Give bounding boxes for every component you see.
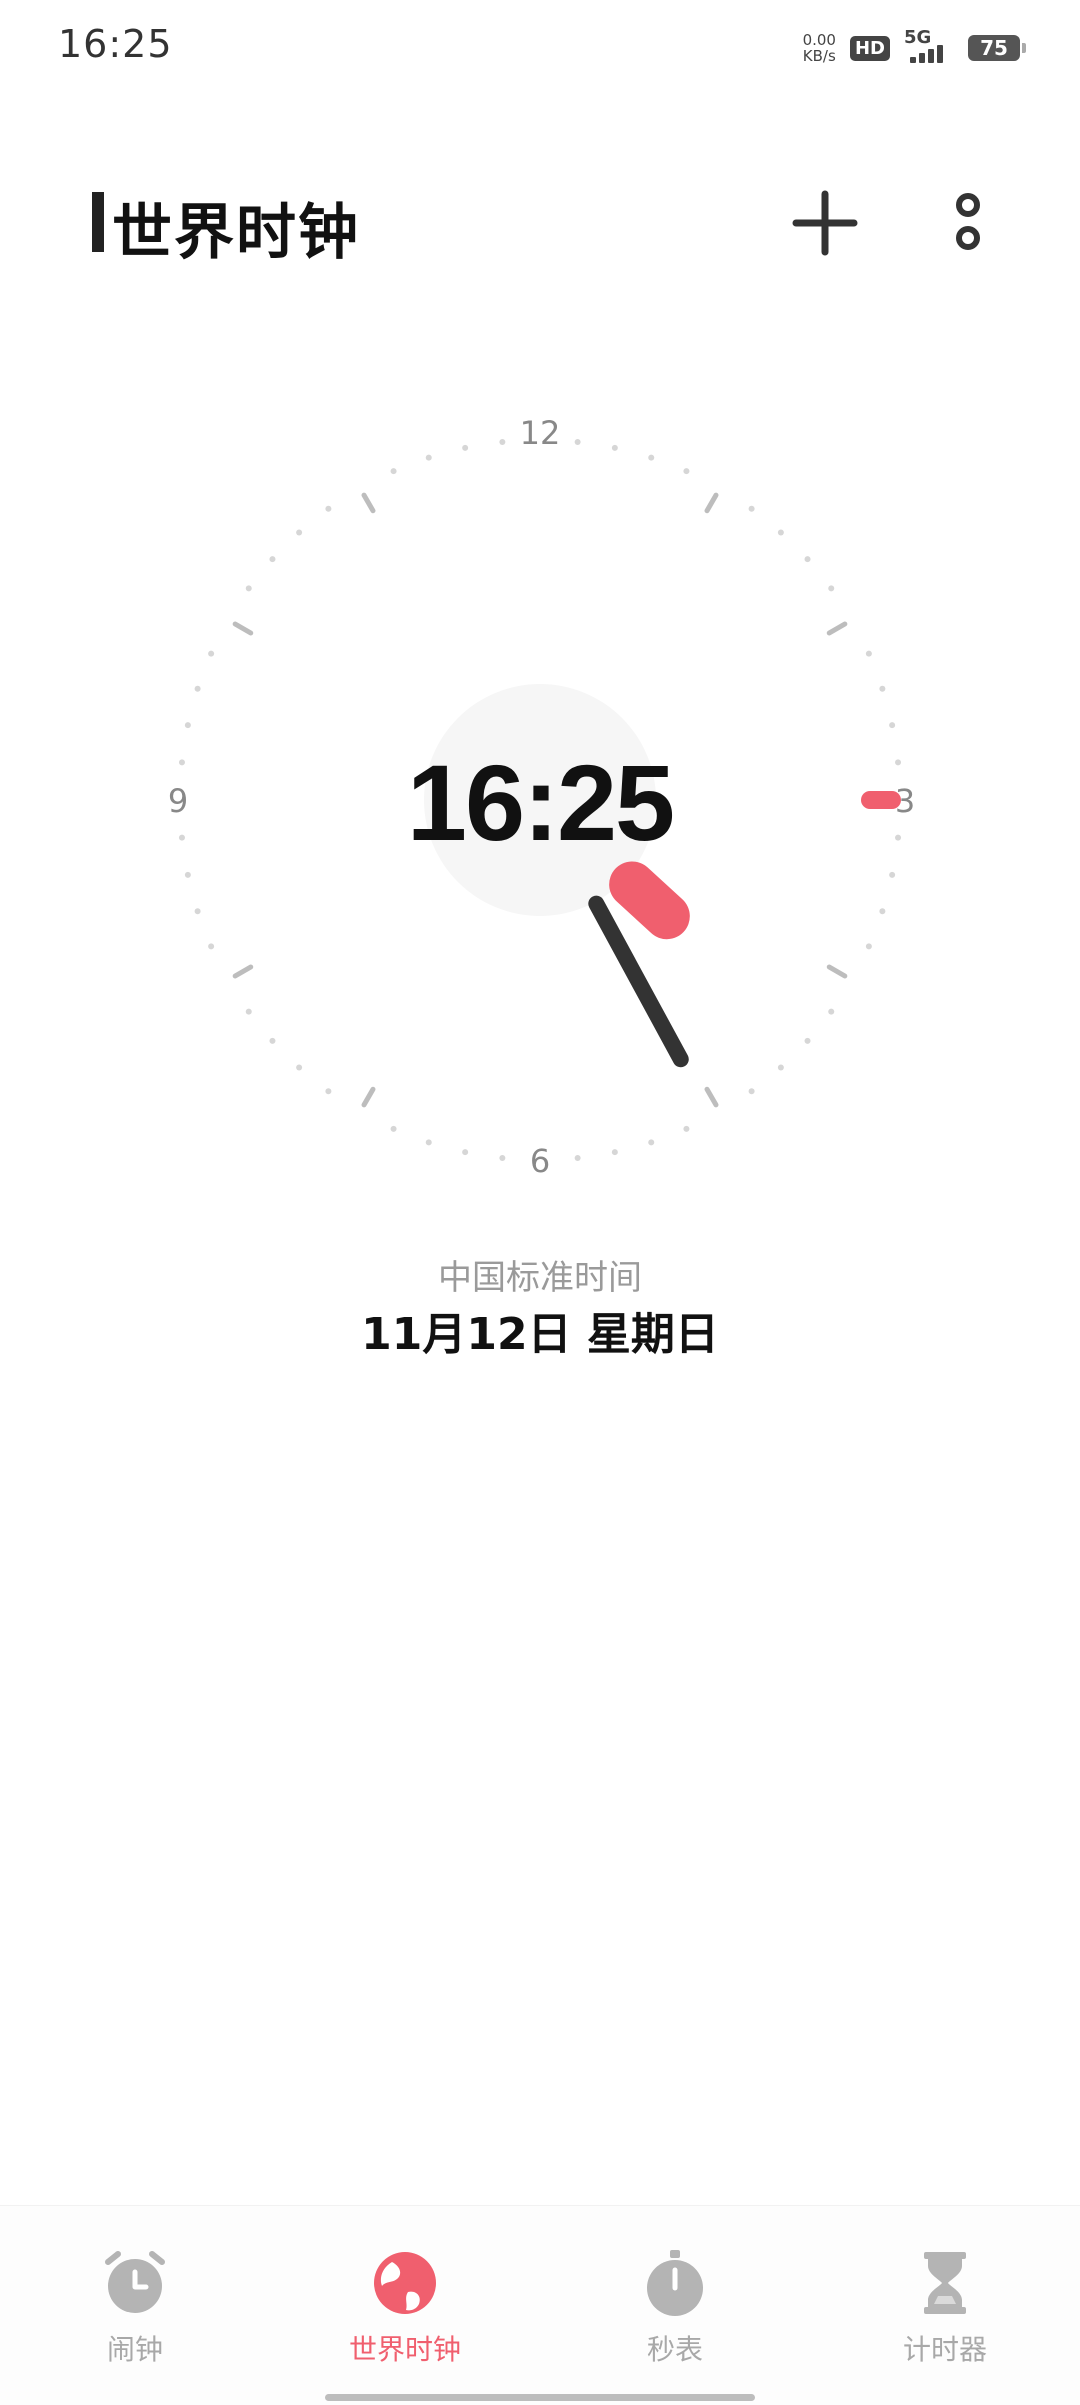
network-speed-value: 0.00	[802, 31, 836, 49]
minute-dot	[828, 1008, 835, 1015]
hour-tick	[826, 621, 848, 636]
minute-dot	[425, 1139, 432, 1146]
bottom-nav: 闹钟 世界时钟 秒表 计时器	[0, 2205, 1080, 2405]
numeral-6: 6	[530, 1142, 550, 1180]
more-options-button[interactable]	[930, 188, 1000, 258]
alarm-clock-icon	[105, 2251, 165, 2313]
hd-icon: HD	[849, 35, 890, 61]
hour-hand	[609, 861, 690, 940]
minute-dot	[208, 943, 215, 950]
signal-icon: 5G	[904, 27, 954, 65]
minute-dot	[889, 722, 896, 729]
hour-tick	[232, 964, 254, 979]
minute-dot	[748, 505, 755, 512]
minute-dot	[245, 1008, 252, 1015]
minute-dot	[777, 529, 784, 536]
timezone-name: 中国标准时间	[438, 1258, 642, 1298]
stopwatch-icon	[647, 2250, 703, 2316]
minute-dot	[462, 444, 469, 451]
minute-dot	[499, 1155, 506, 1162]
tab-stopwatch[interactable]: 秒表	[540, 2206, 810, 2366]
network-speed: 0.00 KB/s	[803, 32, 836, 64]
minute-dot	[245, 585, 252, 592]
hour-tick	[704, 492, 719, 514]
minute-dot	[194, 908, 201, 915]
add-city-button[interactable]	[790, 188, 860, 258]
status-icons: 0.00 KB/s HD 5G 75	[803, 27, 1026, 68]
tab-world-clock[interactable]: 世界时钟	[270, 2206, 540, 2366]
minute-dot	[208, 650, 215, 657]
minute-dot	[184, 871, 191, 878]
page-title: 世界时钟	[112, 198, 360, 268]
minute-dot	[865, 943, 872, 950]
tab-world-clock-label: 世界时钟	[348, 2333, 461, 2366]
minute-dot	[296, 1064, 303, 1071]
minute-dot	[889, 871, 896, 878]
minute-dot	[325, 1088, 332, 1095]
minute-dot	[325, 505, 332, 512]
minute-dot	[611, 444, 618, 451]
tab-timer-label: 计时器	[902, 2333, 987, 2366]
minute-dot	[777, 1064, 784, 1071]
minute-dot	[184, 722, 191, 729]
minute-dot	[269, 1037, 276, 1044]
minute-dot	[390, 1125, 397, 1132]
hour-tick	[704, 1086, 719, 1108]
tab-alarm[interactable]: 闹钟	[0, 2206, 270, 2366]
minute-dot	[390, 468, 397, 475]
hour-tick	[826, 964, 848, 979]
plus-icon	[792, 190, 858, 256]
tab-alarm-label: 闹钟	[106, 2333, 163, 2366]
digital-time: 16:25	[406, 742, 675, 863]
battery-icon: 75	[968, 35, 1026, 61]
minute-dot	[879, 685, 886, 692]
minute-dot	[828, 585, 835, 592]
minute-dot	[462, 1149, 469, 1156]
more-vertical-icon	[956, 193, 980, 250]
minute-dot	[194, 685, 201, 692]
home-indicator[interactable]	[325, 2394, 755, 2401]
hourglass-icon	[924, 2252, 966, 2314]
tab-stopwatch-label: 秒表	[646, 2333, 703, 2366]
header: 世界时钟	[0, 160, 1080, 290]
hour-tick	[232, 621, 254, 636]
minute-dot	[574, 1155, 581, 1162]
minute-dot	[879, 908, 886, 915]
globe-icon	[374, 2252, 436, 2314]
title-accent-bar	[92, 192, 104, 252]
minute-dot	[296, 529, 303, 536]
minute-dot	[748, 1088, 755, 1095]
minute-dot	[425, 454, 432, 461]
analog-clock: 12 3 6 9 16:25	[0, 400, 1080, 1200]
minute-dot	[683, 468, 690, 475]
numeral-12: 12	[520, 414, 561, 452]
minute-dot	[648, 454, 655, 461]
status-bar: 16:25 0.00 KB/s HD 5G 75	[0, 0, 1080, 100]
minute-dot	[574, 438, 581, 445]
minute-dot	[269, 556, 276, 563]
minute-dot	[804, 1037, 811, 1044]
battery-level: 75	[980, 36, 1008, 60]
status-time: 16:25	[58, 22, 173, 66]
minute-dot	[865, 650, 872, 657]
minute-dot	[611, 1149, 618, 1156]
minute-dot	[683, 1125, 690, 1132]
tab-timer[interactable]: 计时器	[810, 2206, 1080, 2366]
current-date: 11月12日 星期日	[361, 1309, 719, 1360]
minute-dot	[648, 1139, 655, 1146]
network-speed-unit: KB/s	[802, 47, 836, 65]
hour-tick	[361, 492, 376, 514]
minute-dot	[499, 438, 506, 445]
minute-dot	[804, 556, 811, 563]
hour-tick	[361, 1086, 376, 1108]
